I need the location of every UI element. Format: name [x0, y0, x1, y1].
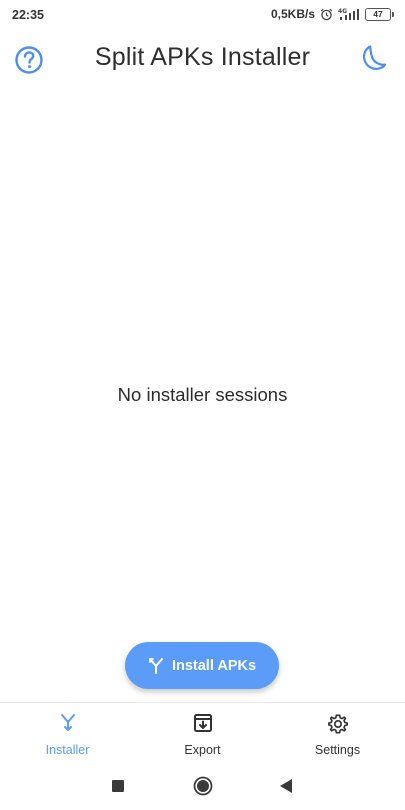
moon-icon — [362, 45, 387, 70]
theme-toggle-button[interactable] — [357, 42, 389, 74]
installer-icon — [60, 713, 76, 735]
signal-icon: 4G — [338, 8, 360, 21]
nav-item-settings[interactable]: Settings — [270, 703, 405, 765]
home-icon[interactable] — [193, 776, 213, 796]
nav-item-installer[interactable]: Installer — [0, 703, 135, 765]
status-indicators: 0,5KB/s 4G 47 — [270, 7, 394, 21]
export-icon — [193, 713, 213, 735]
battery-icon: 47 — [365, 7, 394, 21]
network-type-label: 4G — [338, 8, 347, 15]
back-icon[interactable] — [279, 778, 293, 794]
system-navigation-bar — [0, 764, 405, 810]
network-speed: 0,5KB/s — [270, 7, 315, 21]
nav-label-installer: Installer — [45, 743, 90, 757]
nav-label-settings: Settings — [314, 743, 361, 757]
battery-level: 47 — [373, 8, 383, 19]
empty-state-message: No installer sessions — [117, 384, 288, 405]
bottom-navigation: Installer Export Settings — [0, 702, 405, 765]
settings-gear-icon — [327, 713, 349, 735]
status-bar: 22:35 0,5KB/s 4G 47 — [0, 0, 405, 30]
status-time: 22:35 — [12, 8, 44, 22]
install-apks-label: Install APKs — [171, 657, 257, 674]
nav-label-export: Export — [184, 743, 221, 757]
nav-item-export[interactable]: Export — [135, 703, 270, 765]
alarm-icon — [320, 8, 333, 21]
page-title: Split APKs Installer — [94, 43, 311, 71]
install-apks-button[interactable]: Install APKs — [125, 642, 279, 689]
app-bar: Split APKs Installer — [0, 30, 405, 88]
recents-icon[interactable] — [112, 780, 124, 792]
split-arrow-icon — [148, 657, 163, 674]
